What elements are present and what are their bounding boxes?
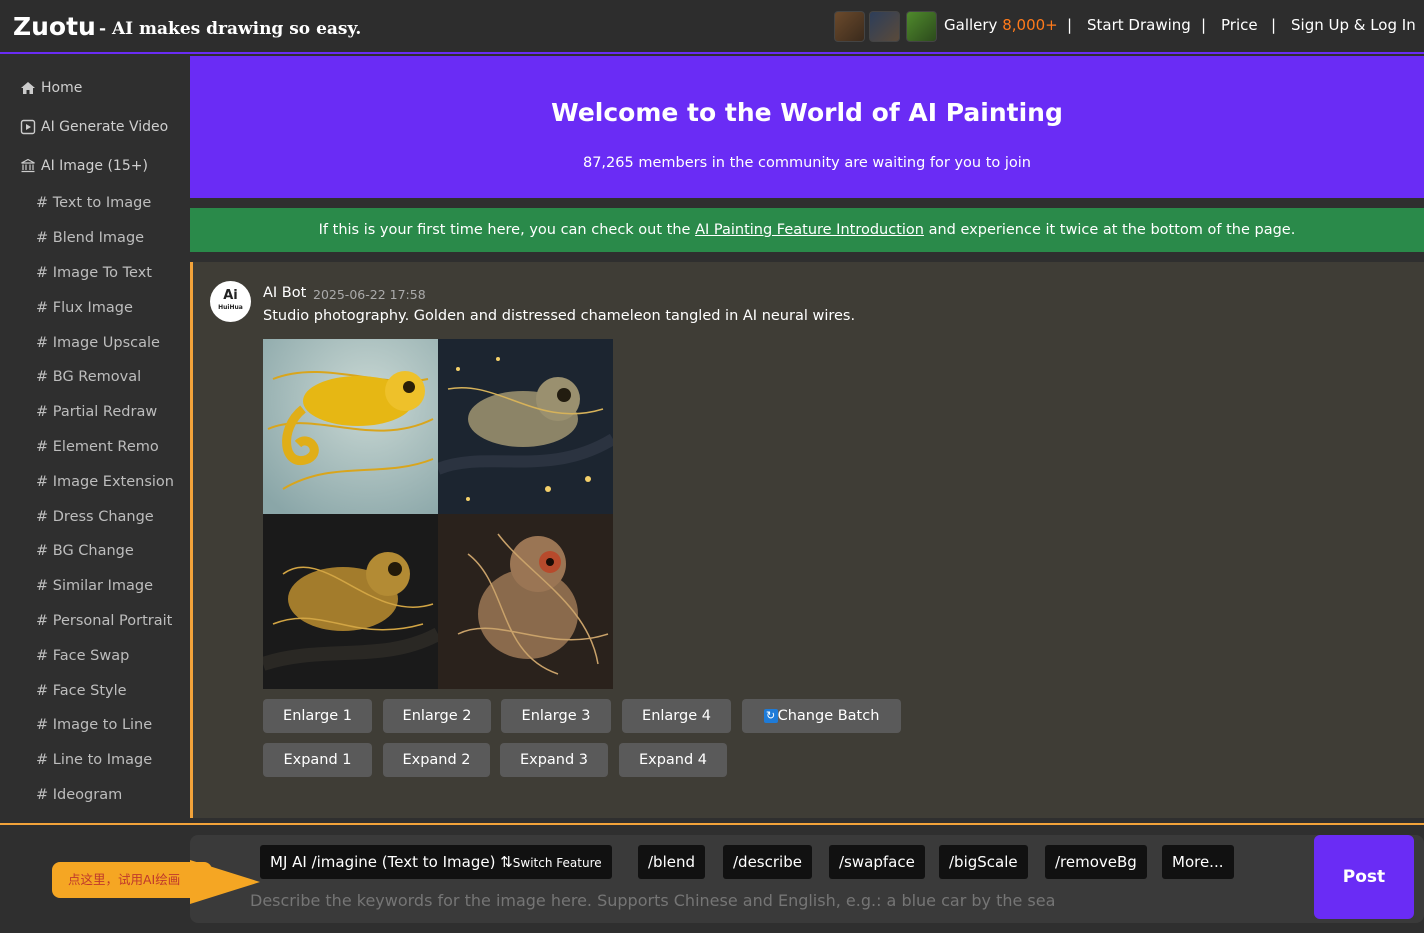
sidebar-sub-item[interactable]: # Ideogram	[36, 787, 122, 803]
post-button[interactable]: Post	[1314, 835, 1414, 919]
sidebar-sub-item[interactable]: # Face Style	[36, 683, 127, 699]
sidebar-sub-item[interactable]: # Line to Image	[36, 752, 152, 768]
sidebar-sub-item[interactable]: # BG Removal	[36, 369, 141, 385]
feature-intro-link[interactable]: AI Painting Feature Introduction	[695, 222, 924, 238]
expand-2-button[interactable]: Expand 2	[383, 743, 490, 777]
enlarge-1-button[interactable]: Enlarge 1	[263, 699, 372, 733]
chameleon-image	[263, 514, 438, 689]
sidebar-item-ai-image[interactable]: AI Image (15+)	[20, 158, 148, 174]
generated-image-1[interactable]	[263, 339, 438, 514]
mode-selector[interactable]: MJ AI /imagine (Text to Image) ⇅Switch F…	[260, 845, 612, 879]
chameleon-image	[438, 339, 613, 514]
sidebar-sub-item[interactable]: # Face Swap	[36, 648, 129, 664]
command-swapface[interactable]: /swapface	[829, 845, 925, 879]
sidebar-item-label: AI Image (15+)	[41, 158, 148, 174]
gallery-thumb-3[interactable]	[906, 11, 937, 42]
nav-separator: |	[1201, 16, 1207, 34]
hero-banner: Welcome to the World of AI Painting 87,2…	[190, 56, 1424, 198]
refresh-icon: ↻	[763, 709, 778, 723]
command-describe[interactable]: /describe	[723, 845, 812, 879]
command-blend[interactable]: /blend	[638, 845, 705, 879]
command-more[interactable]: More...	[1162, 845, 1234, 879]
arrow-icon	[190, 860, 260, 904]
bot-post: Ai HuiHua AI Bot 2025-06-22 17:58 Studio …	[190, 262, 1424, 818]
nav-gallery[interactable]: Gallery 8,000+	[944, 16, 1058, 34]
nav-gallery-label: Gallery	[944, 16, 998, 34]
command-bigscale[interactable]: /bigScale	[939, 845, 1028, 879]
expand-3-button[interactable]: Expand 3	[500, 743, 608, 777]
expand-1-button[interactable]: Expand 1	[263, 743, 372, 777]
sidebar-item-label: AI Generate Video	[41, 119, 169, 135]
gallery-thumbnails[interactable]	[834, 11, 937, 42]
sidebar-sub-item[interactable]: # Image Upscale	[36, 335, 160, 351]
sidebar-sub-item[interactable]: # Element Remo	[36, 439, 159, 455]
enlarge-2-button[interactable]: Enlarge 2	[383, 699, 491, 733]
gallery-thumb-1[interactable]	[834, 11, 865, 42]
hero-subtitle: 87,265 members in the community are wait…	[582, 155, 1031, 171]
prompt-input[interactable]	[250, 882, 1308, 918]
sidebar-sub-item[interactable]: # Image Extension	[36, 474, 174, 490]
sidebar-item-video[interactable]: AI Generate Video	[20, 119, 168, 135]
notice-text: and experience it twice at the bottom of…	[924, 222, 1296, 238]
sidebar-sub-item[interactable]: # Dress Change	[36, 509, 154, 525]
hero-title: Welcome to the World of AI Painting	[551, 98, 1063, 127]
image-grid[interactable]	[263, 339, 613, 689]
sidebar-sub-item[interactable]: # Similar Image	[36, 578, 153, 594]
home-icon	[21, 82, 35, 94]
change-batch-button[interactable]: ↻ Change Batch	[742, 699, 901, 733]
nav-price[interactable]: Price	[1221, 16, 1258, 34]
notice-banner: If this is your first time here, you can…	[190, 208, 1424, 252]
post-author: AI Bot	[263, 285, 307, 301]
bank-icon	[21, 158, 35, 173]
notice-text: If this is your first time here, you can…	[318, 222, 696, 238]
sidebar-sub-item[interactable]: # Flux Image	[36, 300, 133, 316]
composer: MJ AI /imagine (Text to Image) ⇅Switch F…	[190, 835, 1424, 923]
divider	[0, 823, 1424, 825]
mode-label: MJ AI /imagine (Text to Image)	[270, 853, 496, 871]
command-removebg[interactable]: /removeBg	[1045, 845, 1147, 879]
switch-feature-label: Switch Feature	[512, 856, 602, 870]
sidebar-sub-item[interactable]: # Text to Image	[36, 195, 151, 211]
nav-separator: |	[1067, 16, 1073, 34]
generated-image-2[interactable]	[438, 339, 613, 514]
nav-start-drawing[interactable]: Start Drawing	[1087, 16, 1191, 34]
enlarge-3-button[interactable]: Enlarge 3	[501, 699, 611, 733]
sidebar: Home AI Generate Video AI Image (15+) # …	[0, 56, 190, 824]
sidebar-sub-item[interactable]: # Blend Image	[36, 230, 144, 246]
top-bar: Zuotu - AI makes drawing so easy. Galler…	[0, 0, 1424, 54]
play-icon	[20, 119, 36, 135]
generated-image-3[interactable]	[263, 514, 438, 689]
chameleon-image	[263, 339, 438, 514]
sidebar-item-label: Home	[41, 80, 83, 96]
logo[interactable]: Zuotu	[13, 12, 96, 41]
avatar: Ai HuiHua	[210, 281, 251, 322]
nav-separator: |	[1271, 16, 1277, 34]
gallery-count: 8,000+	[1002, 16, 1058, 34]
post-timestamp: 2025-06-22 17:58	[313, 287, 426, 302]
sidebar-sub-item[interactable]: # Image to Line	[36, 717, 152, 733]
post-prompt-text: Studio photography. Golden and distresse…	[263, 308, 856, 324]
avatar-subtext: HuiHua	[218, 304, 243, 311]
chameleon-image	[438, 514, 613, 689]
nav-signup-login[interactable]: Sign Up & Log In	[1291, 16, 1416, 34]
sidebar-sub-item[interactable]: # Personal Portrait	[36, 613, 172, 629]
change-batch-label: Change Batch	[777, 708, 880, 724]
expand-4-button[interactable]: Expand 4	[619, 743, 727, 777]
sidebar-sub-item[interactable]: # Image To Text	[36, 265, 152, 281]
sort-icon: ⇅	[500, 853, 513, 871]
sidebar-sub-item[interactable]: # Partial Redraw	[36, 404, 157, 420]
tagline: - AI makes drawing so easy.	[99, 19, 362, 39]
generated-image-4[interactable]	[438, 514, 613, 689]
gallery-thumb-2[interactable]	[869, 11, 900, 42]
avatar-text: Ai	[223, 288, 238, 303]
sidebar-item-home[interactable]: Home	[20, 80, 82, 96]
enlarge-4-button[interactable]: Enlarge 4	[622, 699, 731, 733]
try-ai-callout[interactable]: 点这里，试用AI绘画	[52, 862, 212, 898]
sidebar-sub-item[interactable]: # BG Change	[36, 543, 134, 559]
